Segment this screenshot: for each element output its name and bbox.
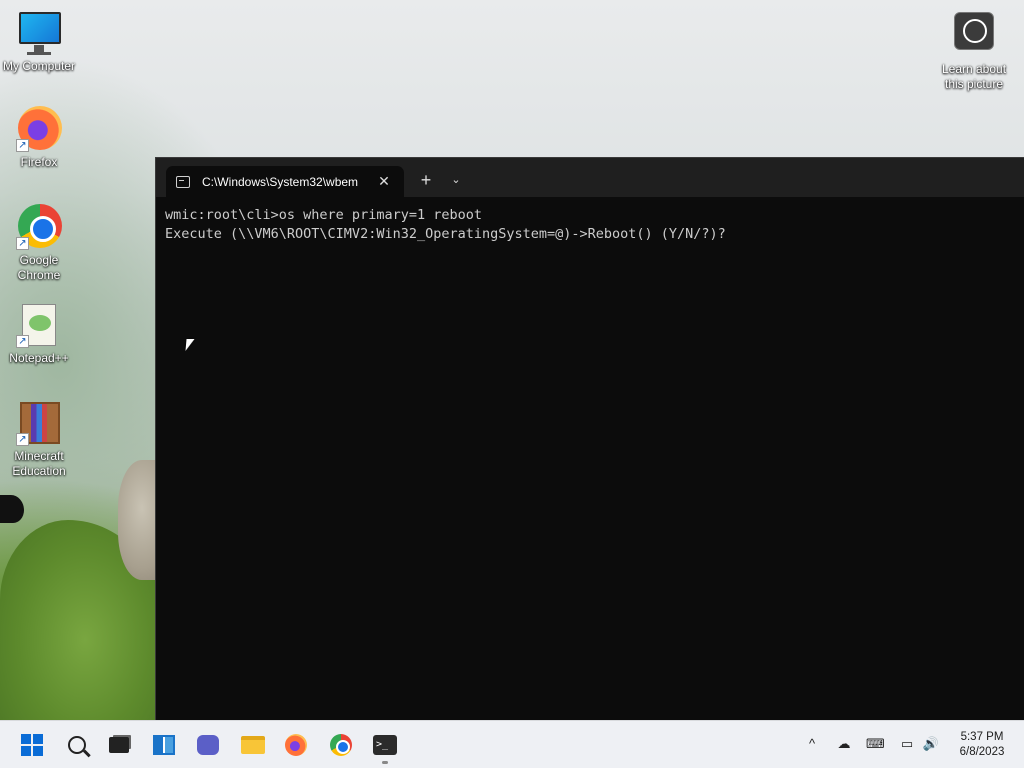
desktop-icon-label: Minecraft Education [12,449,66,478]
task-view-icon [109,737,129,753]
chrome-icon: ↗ [16,204,62,250]
terminal-output[interactable]: wmic:root\cli>os where primary=1 reboot E… [165,206,1016,712]
desktop-icon-google-chrome[interactable]: ↗ Google Chrome [0,204,78,283]
wallpaper-bird [0,495,24,523]
widgets-icon [153,735,175,755]
firefox-icon [285,734,307,756]
clock-date: 6/8/2023 [959,746,1005,758]
firefox-taskbar-button[interactable] [281,731,311,759]
windows-start-icon [21,734,43,756]
mouse-cursor-icon [185,339,195,351]
taskbar: >_ ^ ☁ ⌨ ▭ 🔊 5:37 PM 6/8/2023 [0,720,1024,768]
new-tab-icon[interactable]: + [416,170,436,190]
desktop-icon-notepadpp[interactable]: ↗ Notepad++ [0,302,78,366]
task-view-button[interactable] [104,731,134,759]
monitor-icon [16,10,62,56]
system-clock[interactable]: 5:37 PM 6/8/2023 [948,730,1016,760]
widgets-button[interactable] [149,731,179,759]
terminal-tab[interactable]: C:\Windows\System32\wbem ✕ [166,166,404,197]
desktop-icon-firefox[interactable]: ↗ Firefox [0,106,78,170]
desktop-icon-label: My Computer [2,59,76,73]
chrome-icon [330,734,352,756]
desktop-icon-label: Learn about this picture [941,62,1007,91]
terminal-icon: >_ [373,735,397,755]
minecraft-icon: ↗ [16,400,62,446]
chrome-taskbar-button[interactable] [326,731,356,759]
onedrive-offline-icon[interactable]: ☁ [835,735,853,753]
volume-icon[interactable]: 🔊 [922,735,940,753]
notepadpp-icon: ↗ [16,302,62,348]
command-prompt-icon [176,175,190,188]
terminal-taskbar-button[interactable]: >_ [370,731,400,759]
camera-icon [942,12,1006,52]
clock-time: 5:37 PM [960,731,1004,743]
firefox-icon: ↗ [16,106,62,152]
chat-icon [197,735,219,755]
close-tab-icon[interactable]: ✕ [374,173,394,190]
file-explorer-icon [241,736,265,754]
chat-button[interactable] [193,731,223,759]
network-icon[interactable]: ▭ [898,735,916,753]
desktop-icon-minecraft-education[interactable]: ↗ Minecraft Education [0,400,78,479]
touch-keyboard-icon[interactable]: ⌨ [866,735,885,753]
terminal-window[interactable]: C:\Windows\System32\wbem ✕ + ⌄ wmic:root… [155,157,1024,720]
chevron-down-icon[interactable]: ⌄ [446,170,466,190]
desktop-icon-my-computer[interactable]: My Computer [0,10,78,74]
search-icon [68,736,86,754]
desktop-icon-label: Firefox [20,155,58,169]
desktop-icon-learn-about-picture[interactable]: Learn about this picture [936,12,1012,92]
search-button[interactable] [62,731,92,759]
terminal-line: wmic:root\cli>os where primary=1 reboot [165,207,482,223]
active-app-indicator [382,761,388,764]
tab-title: C:\Windows\System32\wbem [202,174,359,189]
start-button[interactable] [17,731,47,759]
terminal-line: Execute (\\VM6\ROOT\CIMV2:Win32_Operatin… [165,226,726,242]
file-explorer-button[interactable] [238,731,268,759]
terminal-titlebar[interactable]: C:\Windows\System32\wbem ✕ + ⌄ [156,158,1024,197]
desktop-icon-label: Notepad++ [9,351,69,365]
desktop-icon-label: Google Chrome [17,253,61,282]
show-hidden-icons-chevron-icon[interactable]: ^ [803,735,821,753]
